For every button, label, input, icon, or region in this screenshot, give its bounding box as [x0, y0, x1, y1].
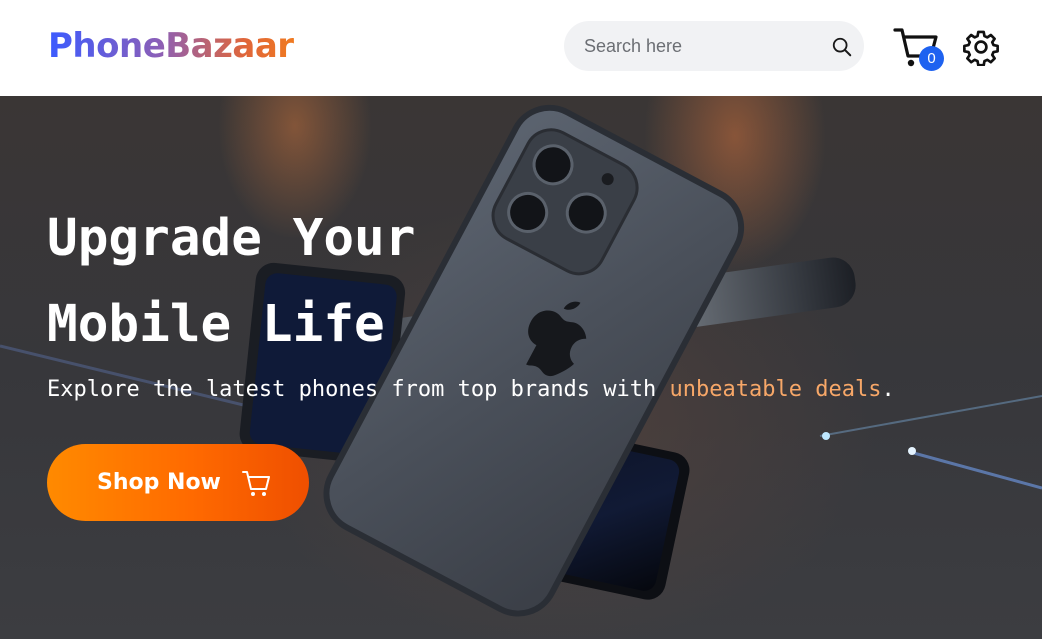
shop-now-button[interactable]: Shop Now [47, 444, 309, 521]
hero-subtitle-text: Explore the latest phones from top brand… [47, 377, 670, 402]
gear-icon[interactable] [962, 28, 1000, 66]
hero-banner: Upgrade Your Mobile Life Explore the lat… [0, 96, 1042, 639]
hero-subtitle-period: . [881, 377, 895, 402]
hero-title: Upgrade Your Mobile Life [47, 196, 607, 368]
hero-subtitle: Explore the latest phones from top brand… [47, 377, 895, 402]
cart-count-badge: 0 [919, 46, 944, 71]
cart-icon [241, 470, 270, 496]
search-bar [564, 21, 864, 71]
hero-title-line-2: Mobile Life [47, 295, 385, 354]
hero-subtitle-highlight: unbeatable deals [669, 377, 882, 402]
shop-now-label: Shop Now [97, 470, 221, 495]
hero-title-line-1: Upgrade Your [47, 209, 416, 268]
search-input[interactable] [564, 21, 824, 71]
site-logo[interactable]: PhoneBazaar [48, 26, 294, 66]
top-navbar: PhoneBazaar 0 [0, 0, 1042, 96]
search-icon[interactable] [831, 36, 853, 58]
